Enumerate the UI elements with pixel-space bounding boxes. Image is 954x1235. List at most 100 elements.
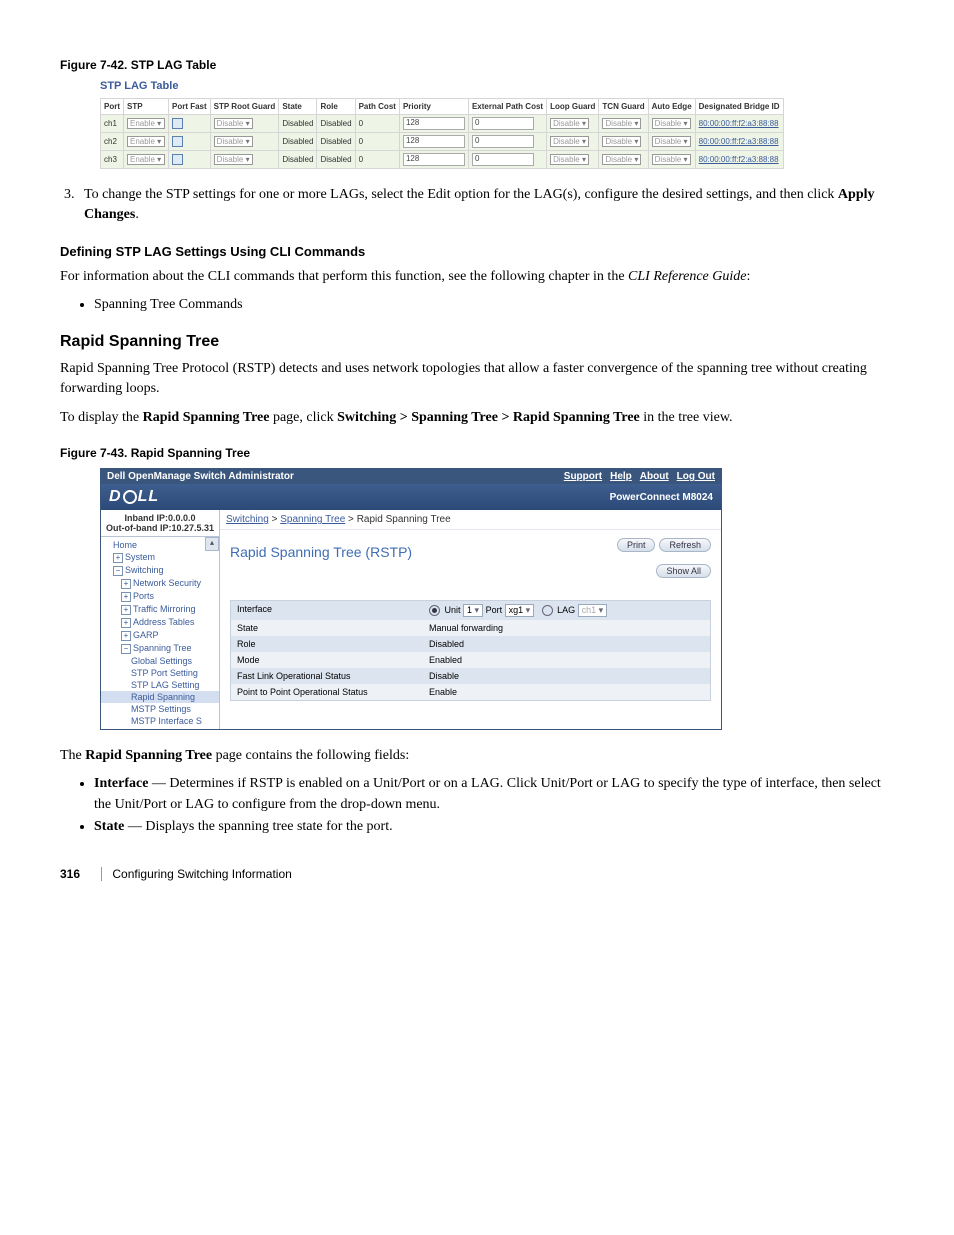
rstp-heading: Rapid Spanning Tree [60, 333, 894, 351]
expand-icon[interactable]: + [121, 592, 131, 602]
designated-bridge-id[interactable]: 80:00:00:ff:f2:a3:88:88 [699, 155, 779, 164]
sidebar-item[interactable]: −Switching [101, 564, 219, 577]
topbar-link[interactable]: Support [564, 471, 602, 482]
sidebar-item-label: Rapid Spanning [131, 692, 195, 702]
port-dropdown[interactable]: xg1 [505, 604, 535, 617]
page-number: 316 [60, 867, 80, 881]
sidebar-item[interactable]: STP LAG Setting [101, 679, 219, 691]
fields-intro: The Rapid Spanning Tree page contains th… [60, 746, 894, 766]
extpath-input[interactable]: 0 [472, 135, 534, 148]
sidebar-item[interactable]: +System [101, 551, 219, 564]
sidebar-item-label: STP Port Setting [131, 668, 198, 678]
expand-icon[interactable]: + [113, 553, 123, 563]
collapse-icon[interactable]: − [113, 566, 123, 576]
sidebar-item[interactable]: +Network Security [101, 577, 219, 590]
portfast-checkbox[interactable] [172, 136, 183, 147]
autoedge-dropdown[interactable]: Disable [652, 118, 691, 129]
form-row: Point to Point Operational StatusEnable [231, 684, 710, 700]
footer-section: Configuring Switching Information [101, 867, 291, 881]
rootguard-dropdown[interactable]: Disable [214, 154, 253, 165]
rootguard-dropdown[interactable]: Disable [214, 136, 253, 147]
autoedge-dropdown[interactable]: Disable [652, 154, 691, 165]
unitport-radio[interactable] [429, 605, 440, 616]
expand-icon[interactable]: + [121, 579, 131, 589]
crumb-switching[interactable]: Switching [226, 514, 269, 525]
sidebar-item-label: Network Security [133, 578, 201, 588]
sidebar-item-label: Switching [125, 565, 164, 575]
topbar-links: Support Help About Log Out [556, 471, 715, 482]
extpath-input[interactable]: 0 [472, 153, 534, 166]
lag-radio[interactable] [542, 605, 553, 616]
cli-heading: Defining STP LAG Settings Using CLI Comm… [60, 244, 894, 259]
sidebar-item[interactable]: STP Port Setting [101, 667, 219, 679]
portfast-checkbox[interactable] [172, 118, 183, 129]
figure-742-container: STP LAG Table PortSTPPort FastSTP Root G… [100, 80, 894, 169]
designated-bridge-id[interactable]: 80:00:00:ff:f2:a3:88:88 [699, 137, 779, 146]
tcnguard-dropdown[interactable]: Disable [602, 136, 641, 147]
step-3-text-b: . [135, 207, 139, 222]
rstp-form: Interface Unit 1 Port xg1 LAG ch1StateMa… [230, 600, 711, 701]
stp-col-header: TCN Guard [599, 99, 648, 115]
lag-dropdown[interactable]: ch1 [578, 604, 608, 617]
stp-col-header: Priority [399, 99, 468, 115]
cli-guide: CLI Reference Guide [628, 269, 746, 284]
loopguard-dropdown[interactable]: Disable [550, 136, 589, 147]
rstp-para1: Rapid Spanning Tree Protocol (RSTP) dete… [60, 359, 894, 400]
sidebar-item-label: System [125, 552, 155, 562]
priority-input[interactable]: 128 [403, 117, 465, 130]
portfast-checkbox[interactable] [172, 154, 183, 165]
form-row: Fast Link Operational StatusDisable [231, 668, 710, 684]
sidebar-item-label: Global Settings [131, 656, 192, 666]
loopguard-dropdown[interactable]: Disable [550, 118, 589, 129]
sidebar-item-label: Spanning Tree [133, 643, 192, 653]
tcnguard-dropdown[interactable]: Disable [602, 118, 641, 129]
form-row-label: Point to Point Operational Status [231, 684, 423, 700]
sidebar-item[interactable]: Global Settings [101, 655, 219, 667]
sidebar-item[interactable]: −Spanning Tree [101, 642, 219, 655]
priority-input[interactable]: 128 [403, 153, 465, 166]
extpath-input[interactable]: 0 [472, 117, 534, 130]
stp-dropdown[interactable]: Enable [127, 154, 165, 165]
expand-icon[interactable]: + [121, 631, 131, 641]
sidebar-item[interactable]: +Address Tables [101, 616, 219, 629]
cli-bullets: Spanning Tree Commands [94, 295, 894, 315]
topbar-link[interactable]: About [640, 471, 669, 482]
autoedge-dropdown[interactable]: Disable [652, 136, 691, 147]
designated-bridge-id[interactable]: 80:00:00:ff:f2:a3:88:88 [699, 119, 779, 128]
stp-lag-table-title: STP LAG Table [100, 80, 894, 92]
collapse-icon[interactable]: − [121, 644, 131, 654]
breadcrumb: Switching > Spanning Tree > Rapid Spanni… [220, 510, 721, 530]
unit-dropdown[interactable]: 1 [463, 604, 483, 617]
form-row: ModeEnabled [231, 652, 710, 668]
expand-icon[interactable]: + [121, 618, 131, 628]
rstp-p2-post: in the tree view. [640, 410, 733, 425]
sidebar-item[interactable]: Home [101, 539, 219, 551]
stp-dropdown[interactable]: Enable [127, 118, 165, 129]
print-button[interactable]: Print [617, 538, 656, 552]
form-row-value: Manual forwarding [423, 620, 710, 636]
priority-input[interactable]: 128 [403, 135, 465, 148]
rootguard-dropdown[interactable]: Disable [214, 118, 253, 129]
sidebar-item[interactable]: +GARP [101, 629, 219, 642]
dell-logo-ll: LL [138, 488, 160, 506]
sidebar-item[interactable]: +Traffic Mirroring [101, 603, 219, 616]
sidebar-item-label: STP LAG Setting [131, 680, 199, 690]
outofband-ip: Out-of-band IP:10.27.5.31 [105, 523, 215, 533]
sidebar-item[interactable]: Rapid Spanning [101, 691, 219, 703]
loopguard-dropdown[interactable]: Disable [550, 154, 589, 165]
form-row: StateManual forwarding [231, 620, 710, 636]
rstp-p2-mid: page, click [269, 410, 337, 425]
expand-icon[interactable]: + [121, 605, 131, 615]
stp-dropdown[interactable]: Enable [127, 136, 165, 147]
topbar-link[interactable]: Help [610, 471, 632, 482]
crumb-spanning-tree[interactable]: Spanning Tree [280, 514, 345, 525]
sidebar-item[interactable]: +Ports [101, 590, 219, 603]
sidebar-item[interactable]: MSTP Interface S [101, 715, 219, 727]
nav-tree[interactable]: ▴ Home+System−Switching+Network Security… [101, 537, 219, 729]
figure-743-caption: Figure 7-43. Rapid Spanning Tree [60, 446, 894, 460]
tcnguard-dropdown[interactable]: Disable [602, 154, 641, 165]
topbar-link[interactable]: Log Out [677, 471, 715, 482]
sidebar-item[interactable]: MSTP Settings [101, 703, 219, 715]
refresh-button[interactable]: Refresh [659, 538, 711, 552]
show-all-button[interactable]: Show All [656, 564, 711, 578]
